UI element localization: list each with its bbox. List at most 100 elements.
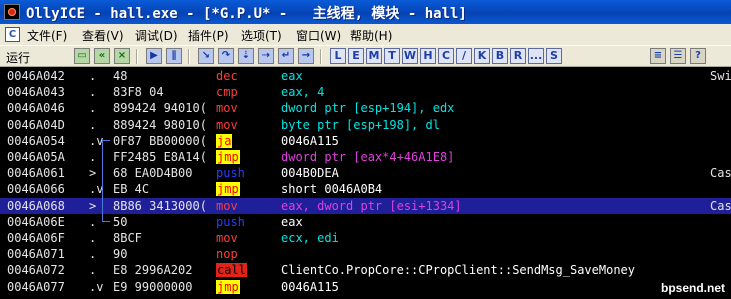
hex-bytes: 8B86 3413000( (113, 198, 207, 213)
hex-bytes: 48 (113, 69, 128, 83)
step-over-icon[interactable]: ↷ (218, 48, 234, 64)
mnemonic: push (216, 166, 245, 181)
address[interactable]: 0046A046 (7, 100, 65, 116)
cpu-window-icon[interactable]: C (5, 27, 20, 42)
menu-view[interactable]: 查看(V) (82, 27, 124, 44)
options-icon[interactable]: ☰ (670, 48, 686, 64)
mnemonic: cmp (216, 85, 238, 100)
handles-window-button[interactable]: H (420, 48, 436, 64)
memory-window-button[interactable]: M (366, 48, 382, 64)
disasm-row[interactable]: 0046A046. 899424 94010(mov dword ptr [esp+… (0, 100, 731, 116)
address[interactable]: 0046A077 (7, 279, 65, 295)
disasm-row[interactable]: 0046A04D. 889424 98010(mov byte ptr [esp+1… (0, 117, 731, 133)
window-title: OllyICE - hall.exe - [*G.P.U* - 主线程, 模块 … (26, 6, 467, 22)
address[interactable]: 0046A068 (7, 198, 65, 214)
mnemonic: mov (216, 117, 238, 132)
mnemonic-text: ja (216, 133, 233, 148)
mnemonic: ja (216, 133, 266, 149)
address[interactable]: 0046A06F (7, 230, 65, 246)
menu-file[interactable]: 文件(F) (27, 27, 67, 44)
address[interactable]: 0046A072 (7, 262, 65, 278)
address[interactable]: 0046A06E (7, 214, 65, 230)
hex-bytes: FF2485 E8A14( (113, 150, 207, 164)
operand: eax, 4 (281, 85, 325, 100)
breakpoints-window-button[interactable]: B (492, 48, 508, 64)
watermark: bpsend.net (660, 281, 725, 295)
address[interactable]: 0046A05A (7, 149, 65, 165)
flow-marker: .v (89, 279, 104, 294)
operand: 004B0DEA (281, 166, 339, 181)
menu-bar: C 文件(F) 查看(V) 调试(D) 插件(P) 选项(T) 窗口(W) 帮助… (0, 24, 731, 45)
hex-bytes: EB 4C (113, 182, 150, 197)
close-icon[interactable]: × (114, 48, 130, 64)
comment: Cas (710, 166, 731, 181)
cpu-window-button[interactable]: C (438, 48, 454, 64)
flow-marker: . (89, 150, 97, 164)
modules-window-button[interactable]: E (348, 48, 364, 64)
address[interactable]: 0046A071 (7, 246, 65, 262)
operand: ecx, edi (281, 231, 339, 245)
address[interactable]: 0046A054 (7, 133, 65, 149)
call-stack-window-button[interactable]: K (474, 48, 490, 64)
address[interactable]: 0046A04D (7, 117, 65, 133)
disasm-row[interactable]: 0046A071. 90 nop (0, 246, 731, 262)
mnemonic: mov (216, 231, 238, 245)
mnemonic: push (216, 214, 245, 229)
flow-marker: . (89, 117, 97, 132)
mnemonic: call (216, 262, 266, 278)
mnemonic: dec (216, 69, 238, 83)
disasm-row[interactable]: 0046A072. E8 2996A202 call ClientCo.PropCor… (0, 262, 731, 278)
help-icon[interactable]: ? (690, 48, 706, 64)
address[interactable]: 0046A043 (7, 84, 65, 100)
disasm-row[interactable]: 0046A043. 83F8 04 cmp eax, 4 (0, 84, 731, 100)
open-icon[interactable]: ▭ (74, 48, 90, 64)
operand: 0046A115 (281, 133, 339, 148)
run-icon[interactable]: ▶ (146, 48, 162, 64)
menu-options[interactable]: 选项(T) (241, 27, 282, 44)
mnemonic: mov (216, 198, 238, 213)
menu-plugins[interactable]: 插件(P) (188, 27, 229, 44)
rewind-icon[interactable]: « (94, 48, 110, 64)
windows-window-button[interactable]: W (402, 48, 418, 64)
log-window-button[interactable]: L (330, 48, 346, 64)
flow-marker: . (89, 247, 97, 262)
address[interactable]: 0046A066 (7, 181, 65, 197)
hex-bytes: E8 2996A202 (113, 263, 193, 278)
goto-icon[interactable]: → (298, 48, 314, 64)
title-bar: OllyICE - hall.exe - [*G.P.U* - 主线程, 模块 … (0, 0, 731, 24)
address[interactable]: 0046A042 (7, 68, 65, 84)
patches-window-button[interactable]: / (456, 48, 472, 64)
menu-window[interactable]: 窗口(W) (296, 27, 341, 44)
disassembly-pane[interactable]: 0046A042. 48 dec eax Swi 0046A043. 83F8 04 cmp e… (0, 68, 731, 299)
menu-debug[interactable]: 调试(D) (135, 27, 178, 44)
threads-window-button[interactable]: T (384, 48, 400, 64)
pause-icon[interactable]: ∥ (166, 48, 182, 64)
menu-help[interactable]: 帮助(H) (350, 27, 392, 44)
step-into-icon[interactable]: ↘ (198, 48, 214, 64)
disasm-row[interactable]: 0046A06F. 8BCF mov ecx, edi (0, 230, 731, 246)
toolbar-separator (136, 49, 137, 64)
toolbar: 运行 ▭ « × ▶ ∥ ↘ ↷ ⇣ ⇢ ↵ → L E M T W H C /… (0, 45, 731, 67)
trace-over-icon[interactable]: ⇢ (258, 48, 274, 64)
execute-till-return-icon[interactable]: ↵ (278, 48, 294, 64)
operand: short 0046A0B4 (281, 182, 383, 197)
mnemonic: jmp (216, 149, 266, 165)
operand: dword ptr [eax*4+46A1E8] (281, 150, 455, 164)
hex-bytes: 889424 98010( (113, 117, 207, 132)
hex-bytes: 899424 94010( (113, 101, 207, 116)
operand: eax (281, 214, 303, 229)
mnemonic-text: jmp (216, 182, 240, 197)
run-trace-window-button[interactable]: ... (528, 48, 544, 64)
comment: Swi (710, 69, 731, 83)
mnemonic: mov (216, 101, 238, 116)
source-window-button[interactable]: S (546, 48, 562, 64)
address[interactable]: 0046A061 (7, 165, 65, 181)
hex-bytes: 68 EA0D4B00 (113, 166, 193, 181)
trace-into-icon[interactable]: ⇣ (238, 48, 254, 64)
app-icon[interactable] (4, 4, 20, 20)
references-window-button[interactable]: R (510, 48, 526, 64)
disasm-row[interactable]: 0046A077 .v E9 99000000 jmp 0046A115 (0, 279, 731, 295)
flow-marker: > (89, 198, 97, 213)
list-icon[interactable]: ≡ (650, 48, 666, 64)
disasm-row[interactable]: 0046A042. 48 dec eax Swi (0, 68, 731, 84)
